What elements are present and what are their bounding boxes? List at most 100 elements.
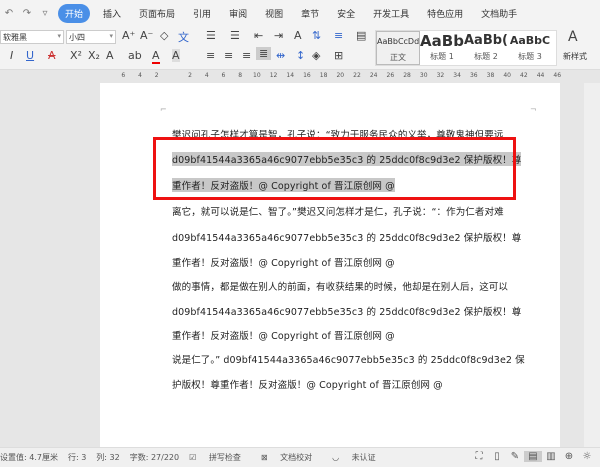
page-view-icon[interactable]: ▤ xyxy=(524,451,542,462)
shading-icon[interactable]: ◈ xyxy=(312,49,320,62)
ruler-tick: 20 xyxy=(336,72,345,79)
ruler-tick: 6 xyxy=(221,72,226,79)
status-row: 行: 3 xyxy=(67,453,87,462)
ruler-tick: 10 xyxy=(253,72,261,79)
ruler-tick: 30 xyxy=(419,72,428,79)
increase-indent-icon[interactable]: ⇥ xyxy=(274,29,283,42)
style-label: 标题 2 xyxy=(474,52,498,61)
text-line[interactable]: 樊迟问孔子怎样才算是智，孔子说：“致力于服务民众的义举，尊敬鬼神但要远 xyxy=(172,127,503,141)
web-view-icon[interactable]: ⊕ xyxy=(560,451,578,462)
ruler-tick: 24 xyxy=(369,72,378,79)
tab-layout[interactable]: 页面布局 xyxy=(139,7,175,20)
clear-format-icon[interactable]: ◇ xyxy=(160,29,168,42)
style-normal[interactable]: AaBbCcDd 正文 xyxy=(376,31,420,65)
bullet-list-icon[interactable]: ☰ xyxy=(206,29,216,42)
fullscreen-icon[interactable]: ⛶ xyxy=(470,451,488,462)
ruler-tick: 42 xyxy=(520,72,528,79)
ruler[interactable]: 6 4 2 2 4 6 8 10 12 14 16 18 20 22 24 26 28 30 32 34 36 38 40 4… xyxy=(0,70,600,83)
menu-bar: ↶ ↷ ▿ 开始 插入 页面布局 引用 审阅 视图 章节 安全 开发工具 特色应… xyxy=(0,0,600,26)
text-line[interactable]: 护版权！尊重作者！反对盗版！@ Copyright of 晋江原创网 @ xyxy=(172,377,443,391)
char-shading-icon[interactable]: A xyxy=(172,49,180,62)
tab-view[interactable]: 视图 xyxy=(265,7,283,20)
ruler-tick: 26 xyxy=(386,72,395,79)
grow-font-icon[interactable]: A⁺ xyxy=(122,29,135,42)
auth-button[interactable]: ◡ 未认证 xyxy=(332,452,386,463)
status-bar: 设置值: 4.7厘米 行: 3 列: 32 字数: 27/220 ☑ 拼写检查 … xyxy=(0,447,600,467)
ruler-tick: 8 xyxy=(238,72,243,79)
tab-review[interactable]: 审阅 xyxy=(229,7,247,20)
text-line[interactable]: 做的事情，都是做在别人的前面，有收获结果的时候，他却是在别人后，这可以 xyxy=(172,279,508,293)
strikethrough-icon[interactable]: A xyxy=(48,49,56,62)
shrink-font-icon[interactable]: A⁻ xyxy=(140,29,153,42)
text-effect-icon[interactable]: A xyxy=(106,49,114,62)
tab-features[interactable]: 特色应用 xyxy=(427,7,463,20)
font-size-select[interactable]: 小四 ▾ xyxy=(66,30,116,44)
tab-assistant[interactable]: 文档助手 xyxy=(481,7,517,20)
new-style-button[interactable]: 新样式 xyxy=(563,51,587,62)
document-page[interactable]: ⌐ ¬ 樊迟问孔子怎样才算是智，孔子说：“致力于服务民众的义举，尊敬鬼神但要远 … xyxy=(100,83,560,447)
subscript-icon[interactable]: X₂ xyxy=(88,49,100,62)
font-size-value: 小四 xyxy=(69,33,85,42)
align-center-icon[interactable]: ≡ xyxy=(224,49,233,62)
style-heading-2[interactable]: AaBb( 标题 2 xyxy=(464,31,508,65)
style-preview: AaBb( xyxy=(464,33,508,48)
text-line[interactable]: 重作者！反对盗版！@ Copyright of 晋江原创网 @ xyxy=(172,255,395,269)
shield-icon: ◡ xyxy=(332,453,340,462)
superscript-icon[interactable]: X² xyxy=(70,49,82,62)
text-line[interactable]: 说是仁了。” d09bf41544a3365a46c9077ebb5e35c3 … xyxy=(172,352,525,366)
text-line[interactable]: d09bf41544a3365a46c9077ebb5e35c3 的 25ddc… xyxy=(172,304,521,318)
align-left-icon[interactable]: ≡ xyxy=(206,49,215,62)
tab-chapter[interactable]: 章节 xyxy=(301,7,319,20)
italic-icon[interactable]: I xyxy=(10,49,13,62)
style-label: 标题 1 xyxy=(430,52,454,61)
font-name-select[interactable]: 软雅黑 ▾ xyxy=(0,30,64,44)
undo-icon[interactable]: ↶ xyxy=(0,8,18,19)
ruler-tick: 6 xyxy=(121,72,126,79)
redo-icon[interactable]: ↷ xyxy=(18,8,36,19)
justify-icon[interactable]: ≣ xyxy=(256,47,272,60)
new-style-icon[interactable]: A xyxy=(568,29,578,45)
tab-references[interactable]: 引用 xyxy=(193,7,211,20)
edit-pen-icon[interactable]: ✎ xyxy=(506,451,524,462)
sort-icon[interactable]: ⇅ xyxy=(312,29,321,42)
dropdown-icon[interactable]: ▿ xyxy=(36,8,54,19)
view-mode-icons: ⛶ ▯ ✎ ▤ ▥ ⊕ ☼ xyxy=(470,451,596,462)
eye-protect-icon[interactable]: ☼ xyxy=(578,451,596,462)
tab-security[interactable]: 安全 xyxy=(337,7,355,20)
style-preview: AaBb xyxy=(420,32,464,50)
text-line-selected[interactable]: d09bf41544a3365a46c9077ebb5e35c3 的 25ddc… xyxy=(172,152,522,166)
paragraph-spacing-icon[interactable]: ↕ xyxy=(296,49,305,62)
status-word-count[interactable]: 字数: 27/220 xyxy=(130,452,179,463)
numbered-list-icon[interactable]: ☰ xyxy=(230,29,240,42)
read-mode-icon[interactable]: ▯ xyxy=(488,451,506,462)
spell-check-button[interactable]: ☑ 拼写检查 xyxy=(189,452,251,463)
text-direction-icon[interactable]: A xyxy=(294,29,302,42)
columns-icon[interactable]: ▤ xyxy=(356,29,366,42)
margin-corner-mark: ⌐ xyxy=(160,105,167,114)
text-line[interactable]: d09bf41544a3365a46c9077ebb5e35c3 的 25ddc… xyxy=(172,230,521,244)
ruler-tick: 18 xyxy=(319,72,328,79)
style-heading-3[interactable]: AaBbC 标题 3 xyxy=(508,31,552,65)
font-color-icon[interactable]: A xyxy=(152,49,160,64)
line-spacing-icon[interactable]: ≡ xyxy=(334,29,343,42)
spell-check-icon: ☑ xyxy=(189,453,197,462)
tab-insert[interactable]: 插入 xyxy=(103,7,121,20)
distribute-icon[interactable]: ⇹ xyxy=(276,49,285,62)
highlight-icon[interactable]: ab xyxy=(128,49,142,62)
style-heading-1[interactable]: AaBb 标题 1 xyxy=(420,31,464,65)
style-preview: AaBbCcDd xyxy=(377,37,420,46)
decrease-indent-icon[interactable]: ⇤ xyxy=(254,29,263,42)
text-line[interactable]: 重作者！反对盗版！@ Copyright of 晋江原创网 @ xyxy=(172,328,395,342)
outline-view-icon[interactable]: ▥ xyxy=(542,451,560,462)
tab-developer[interactable]: 开发工具 xyxy=(373,7,409,20)
text-line-selected[interactable]: 重作者！反对盗版！@ Copyright of 晋江原创网 @ xyxy=(172,178,395,192)
align-right-icon[interactable]: ≡ xyxy=(242,49,251,62)
text-line[interactable]: 离它，就可以说是仁、智了。”樊迟又问怎样才是仁，孔子说：“：作为仁者对难 xyxy=(172,204,504,218)
phonetic-icon[interactable]: 文 xyxy=(178,29,189,45)
underline-icon[interactable]: U xyxy=(26,49,34,62)
ruler-tick xyxy=(165,72,182,79)
doc-check-button[interactable]: ⊠ 文档校对 xyxy=(261,452,322,463)
vertical-scrollbar[interactable] xyxy=(584,83,600,447)
borders-icon[interactable]: ⊞ xyxy=(334,49,343,62)
tab-start[interactable]: 开始 xyxy=(58,3,91,23)
